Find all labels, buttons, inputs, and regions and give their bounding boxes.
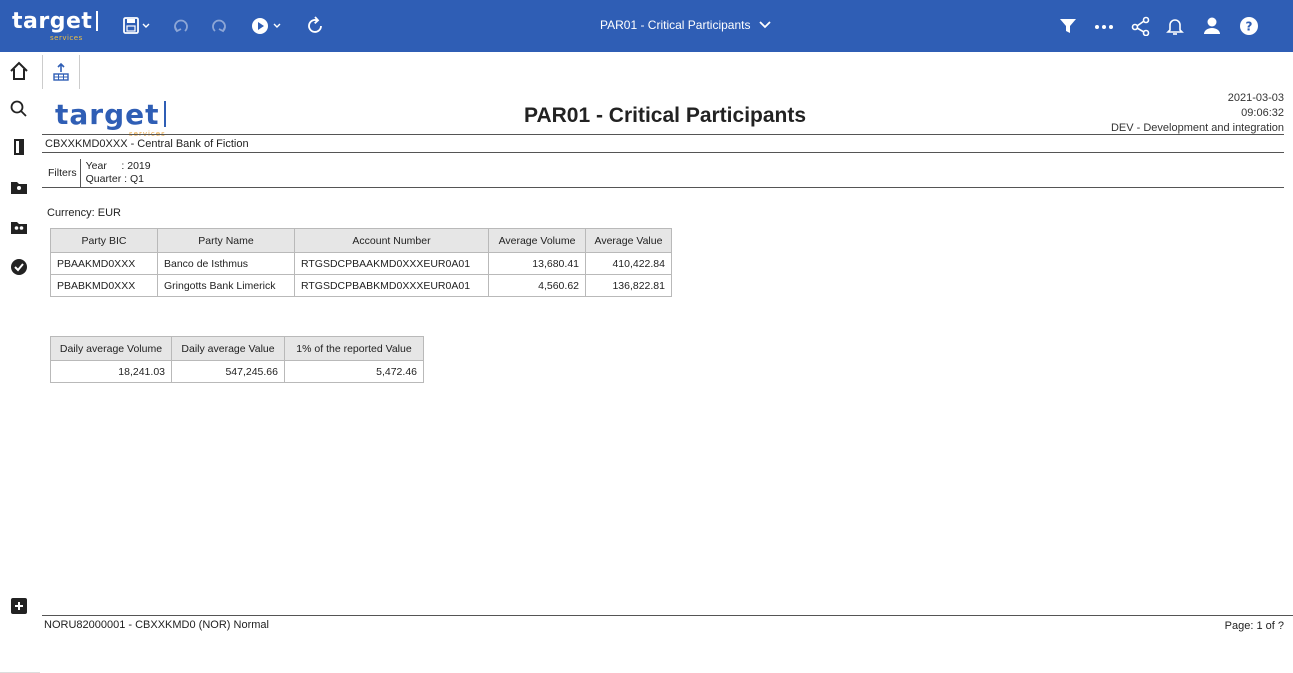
- export-button[interactable]: [42, 55, 80, 89]
- table-cell: 4,560.62: [488, 274, 586, 297]
- plus-icon: [11, 598, 27, 614]
- currency-label: Currency: EUR: [47, 207, 121, 219]
- filter-year: Year : 2019: [85, 160, 151, 172]
- top-toolbar: target services PAR01 - Critical Partici…: [0, 0, 1293, 52]
- refresh-icon: [308, 16, 322, 33]
- table-cell: 410,422.84: [585, 252, 672, 275]
- column-header: Party Name: [157, 228, 295, 253]
- table-cell: 5,472.46: [284, 360, 424, 383]
- table-header-row: Daily average Volume Daily average Value…: [50, 336, 424, 361]
- report-selector-label: PAR01 - Critical Participants: [600, 18, 751, 32]
- summary-table: Daily average Volume Daily average Value…: [50, 336, 424, 383]
- my-content-button[interactable]: [8, 176, 30, 198]
- refresh-button[interactable]: [306, 12, 326, 40]
- folder-user-icon: [11, 182, 27, 194]
- column-header: Daily average Volume: [50, 336, 172, 361]
- chevron-down-icon: [758, 21, 771, 29]
- column-header: Average Volume: [488, 228, 586, 253]
- table-cell: 18,241.03: [50, 360, 172, 383]
- brand-subtext: services: [50, 34, 83, 42]
- table-cell: Gringotts Bank Limerick: [157, 274, 295, 297]
- report-date: 2021-03-03: [1227, 92, 1284, 104]
- team-content-button[interactable]: [8, 216, 30, 238]
- user-icon: [1204, 17, 1220, 34]
- filter-icon: [1060, 19, 1076, 33]
- home-icon: [10, 61, 28, 80]
- recent-button[interactable]: [8, 256, 30, 278]
- table-cell: PBABKMD0XXX: [50, 274, 158, 297]
- column-header: Daily average Value: [171, 336, 285, 361]
- divider: [42, 152, 1284, 153]
- redo-button[interactable]: [208, 12, 228, 40]
- folder-team-icon: [11, 222, 27, 234]
- left-navigation: [0, 92, 40, 673]
- filters-label: Filters: [48, 159, 81, 187]
- table-row: 18,241.03 547,245.66 5,472.46: [50, 360, 424, 383]
- help-icon: ?: [1240, 17, 1258, 35]
- footer-status: NORU82000001 - CBXXKMD0 (NOR) Normal: [44, 619, 269, 631]
- svg-text:?: ?: [1246, 20, 1253, 34]
- table-row: PBAAKMD0XXX Banco de Isthmus RTGSDCPBAAK…: [50, 252, 672, 275]
- table-cell: PBAAKMD0XXX: [50, 252, 158, 275]
- run-menu-button[interactable]: [250, 12, 284, 40]
- help-button[interactable]: ?: [1238, 12, 1260, 40]
- divider: [42, 187, 1284, 188]
- table-cell: RTGSDCPBABKMD0XXXEUR0A01: [294, 274, 489, 297]
- document-icon: [14, 139, 24, 155]
- table-cell: 136,822.81: [585, 274, 672, 297]
- search-icon: [10, 100, 27, 117]
- report-title: PAR01 - Critical Participants: [524, 104, 807, 127]
- more-options-button[interactable]: [1093, 12, 1115, 40]
- filter-quarter: Quarter : Q1: [85, 173, 144, 185]
- user-button[interactable]: [1202, 12, 1222, 40]
- filters-block: Filters Year : 2019 Quarter : Q1: [48, 159, 151, 187]
- brand-logo: target services: [12, 9, 99, 42]
- more-icon: [1095, 25, 1113, 29]
- bell-icon: [1166, 19, 1184, 35]
- export-icon: [53, 62, 69, 81]
- new-button[interactable]: [8, 595, 30, 617]
- report-selector-dropdown[interactable]: PAR01 - Critical Participants: [600, 18, 771, 32]
- redo-icon: [212, 19, 226, 33]
- search-button[interactable]: [8, 98, 30, 120]
- report-logo: target services: [55, 98, 166, 138]
- report-time: 09:06:32: [1241, 107, 1284, 119]
- table-cell: 13,680.41: [488, 252, 586, 275]
- reports-button[interactable]: [8, 136, 30, 158]
- footer-divider: [42, 615, 1293, 616]
- secondary-toolbar: [0, 52, 1293, 92]
- divider: [42, 134, 1284, 135]
- column-header: Average Value: [585, 228, 672, 253]
- table-cell: Banco de Isthmus: [157, 252, 295, 275]
- home-button[interactable]: [6, 58, 32, 84]
- column-header: Party BIC: [50, 228, 158, 253]
- participants-table: Party BIC Party Name Account Number Aver…: [50, 228, 672, 297]
- filter-button[interactable]: [1058, 12, 1078, 40]
- check-circle-icon: [11, 259, 27, 275]
- table-row: PBABKMD0XXX Gringotts Bank Limerick RTGS…: [50, 274, 672, 297]
- report-meta: 2021-03-03 09:06:32 DEV - Development an…: [1111, 91, 1284, 136]
- page-indicator: Page: 1 of ?: [1224, 620, 1284, 632]
- share-icon: [1131, 16, 1150, 36]
- table-cell: 547,245.66: [171, 360, 285, 383]
- report-logo-text: target: [55, 98, 160, 131]
- save-icon: [123, 17, 150, 34]
- undo-icon: [174, 19, 188, 33]
- report-canvas: target services PAR01 - Critical Partici…: [42, 92, 1293, 634]
- central-bank-label: CBXXKMD0XXX - Central Bank of Fiction: [45, 138, 249, 150]
- table-cell: RTGSDCPBAAKMD0XXXEUR0A01: [294, 252, 489, 275]
- save-menu-button[interactable]: [122, 12, 152, 40]
- notifications-button[interactable]: [1165, 12, 1185, 40]
- column-header: 1% of the reported Value: [284, 336, 424, 361]
- column-header: Account Number: [294, 228, 489, 253]
- share-button[interactable]: [1130, 12, 1152, 40]
- table-header-row: Party BIC Party Name Account Number Aver…: [50, 228, 672, 253]
- brand-text: target: [12, 9, 93, 34]
- play-icon: [252, 18, 281, 34]
- undo-button[interactable]: [172, 12, 192, 40]
